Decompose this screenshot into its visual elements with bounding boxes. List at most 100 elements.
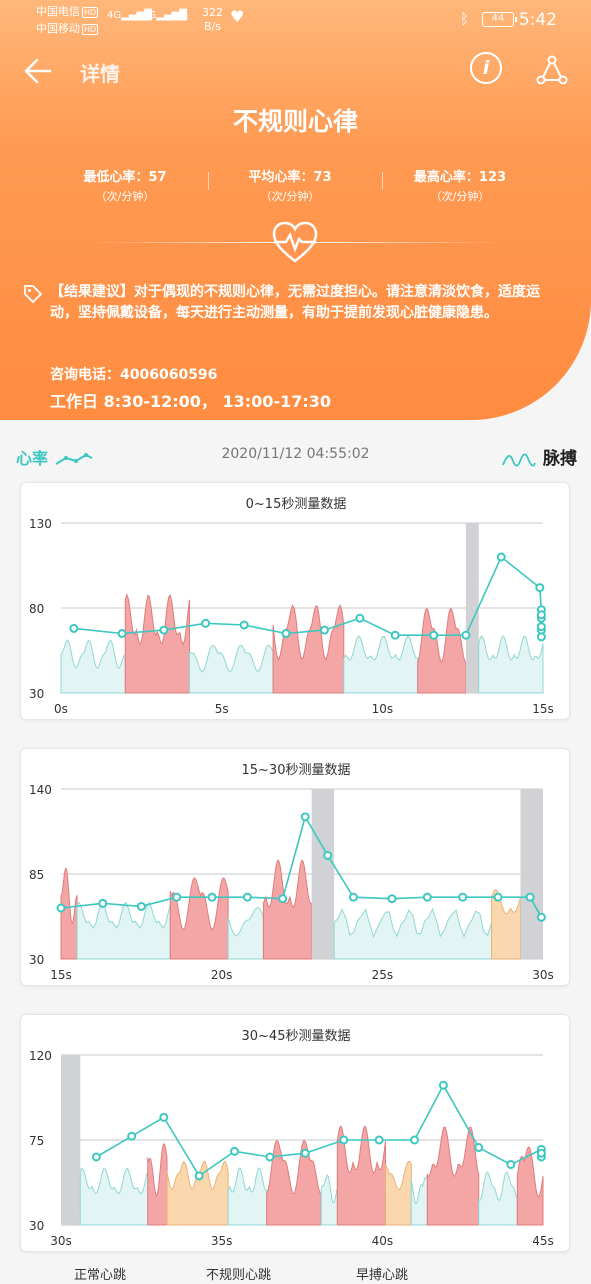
pulse-region-normal	[188, 644, 274, 694]
chart-svg-0: 130 80 30 0s 5s 10s 15s	[29, 517, 554, 716]
heart-rate-point	[535, 583, 545, 593]
heart-rate-point	[536, 622, 546, 632]
working-hours: 工作日 8:30-12:00， 13:00-17:30	[50, 392, 332, 411]
heart-rate-point	[506, 1160, 516, 1170]
heart-rate-point	[525, 892, 535, 902]
pulse-region-normal	[333, 907, 493, 960]
pulse-region-irregular	[272, 604, 345, 694]
gap-region	[520, 789, 543, 959]
tag-icon	[24, 285, 43, 304]
x-tick-label: 35s	[211, 1234, 233, 1248]
consult-phone[interactable]: 咨询电话：4006060596	[50, 364, 217, 384]
pulse-region-normal	[227, 1167, 268, 1226]
y-tick-label: 85	[29, 868, 44, 882]
heart-rate-point	[429, 630, 439, 640]
heart-rate-point	[387, 894, 397, 904]
bluetooth-icon: ᛒ	[460, 10, 470, 28]
heart-rate-point	[474, 1143, 484, 1153]
summary-header: 中国电信 HD 中国移动 HD 4G▂▄▆█ 4G▂▄▆█ ◠ 322 B/s ♥ ᛒ…	[0, 0, 591, 420]
heart-rate-point	[536, 632, 546, 642]
chart-svg-1: 140 85 30 15s 20s 25s 30s	[29, 783, 554, 982]
x-tick-label: 10s	[372, 702, 394, 716]
chart-card-2: 30~45秒测量数据 120 75 30 30s 35s 40s 45s	[20, 1014, 570, 1252]
legend-normal: 正常心跳	[74, 1268, 127, 1283]
heart-rate-point	[355, 613, 365, 623]
heart-rate-point	[536, 610, 546, 620]
y-tick-label: 120	[29, 1049, 52, 1063]
share-button[interactable]	[536, 54, 568, 86]
heart-rate-point	[172, 892, 182, 902]
wifi-icon: ◠	[176, 8, 189, 24]
gap-region	[465, 523, 479, 693]
legend-premature: 早搏心跳	[356, 1268, 409, 1283]
gap-region	[311, 789, 335, 959]
pulse-region-normal	[320, 1174, 338, 1226]
pulse-region-irregular	[169, 877, 229, 960]
health-heart-icon: ♥	[230, 7, 245, 26]
carrier-1: 中国电信 HD	[36, 5, 99, 18]
battery-icon: 44	[482, 12, 517, 27]
gap-region	[61, 1055, 81, 1225]
stat-divider	[208, 172, 209, 190]
heart-rate-point	[300, 1148, 310, 1158]
pulse-region-normal	[343, 635, 419, 694]
heartbeat-icon	[272, 221, 318, 263]
info-button[interactable]: i	[470, 52, 502, 84]
pulse-region-premature	[385, 1161, 412, 1226]
heart-rate-point	[265, 1152, 275, 1162]
min-heart-rate: 最低心率：57 （次/分钟）	[83, 170, 167, 203]
heart-rate-point	[409, 1135, 419, 1145]
y-tick-label: 30	[29, 687, 44, 701]
pulse-region-irregular	[124, 593, 191, 694]
pulse-region-normal	[76, 901, 171, 960]
pulse-wave-icon	[502, 453, 536, 467]
heart-rate-point	[536, 912, 546, 922]
pulse-region-irregular	[262, 859, 313, 960]
carrier-2: 中国移动 HD	[36, 22, 99, 35]
heart-rate-point	[230, 1146, 240, 1156]
pulse-region-normal	[227, 907, 264, 960]
heart-rate-point	[390, 630, 400, 640]
heart-rate-point	[194, 1171, 204, 1181]
heart-rate-point	[98, 898, 108, 908]
heart-rate-point	[207, 892, 217, 902]
advice-text: 【结果建议】对于偶现的不规则心律，无需过度担心。请注意清淡饮食，适度运动，坚持佩…	[50, 284, 540, 321]
pulse-region-premature	[166, 1160, 229, 1226]
page-title: 详情	[80, 62, 120, 86]
heart-rate-point	[56, 903, 66, 913]
chart-card-0: 0~15秒测量数据 130 80 30 0s 5s 10s 15s	[20, 482, 570, 720]
pulse-region-irregular	[417, 608, 467, 694]
chart-svg-2: 120 75 30 30s 35s 40s 45s	[29, 1049, 554, 1248]
heart-rate-point	[127, 1131, 137, 1141]
x-tick-label: 0s	[54, 702, 68, 716]
x-tick-label: 30s	[532, 968, 554, 982]
chart-legend-row: 心率 2020/11/12 04:55:02 脉搏	[0, 440, 591, 470]
info-icon: i	[482, 57, 490, 79]
back-arrow-icon	[24, 58, 52, 84]
heart-rate-point	[201, 618, 211, 628]
back-button[interactable]	[22, 54, 56, 88]
bottom-legend: 正常心跳 不规则心跳 早搏心跳	[0, 1264, 591, 1284]
x-tick-label: 15s	[532, 702, 554, 716]
x-tick-label: 15s	[50, 968, 72, 982]
y-tick-label: 130	[29, 517, 52, 531]
heart-rate-point	[348, 892, 358, 902]
heart-rate-point	[159, 1112, 169, 1122]
chart-card-1: 15~30秒测量数据 140 85 30 15s 20s 25s 30s	[20, 748, 570, 986]
pulse-region-normal	[478, 1171, 518, 1226]
heart-rate-point	[438, 1080, 448, 1090]
pulse-region-irregular	[147, 1143, 168, 1226]
pulse-region-normal	[60, 639, 126, 694]
heart-rate-point	[339, 1135, 349, 1145]
pulse-region-irregular	[60, 867, 78, 960]
heart-rate-point	[69, 623, 79, 633]
pulse-legend: 脉搏	[501, 444, 577, 469]
x-tick-label: 25s	[372, 968, 394, 982]
heart-rate-point	[323, 850, 333, 860]
pulse-region-irregular	[426, 1126, 480, 1226]
pulse-region-irregular	[266, 1140, 322, 1226]
pulse-region-normal	[410, 1176, 428, 1226]
legend-irregular: 不规则心跳	[206, 1268, 272, 1283]
max-heart-rate: 最高心率：123 （次/分钟）	[413, 170, 507, 203]
heart-rate-point	[458, 892, 468, 902]
